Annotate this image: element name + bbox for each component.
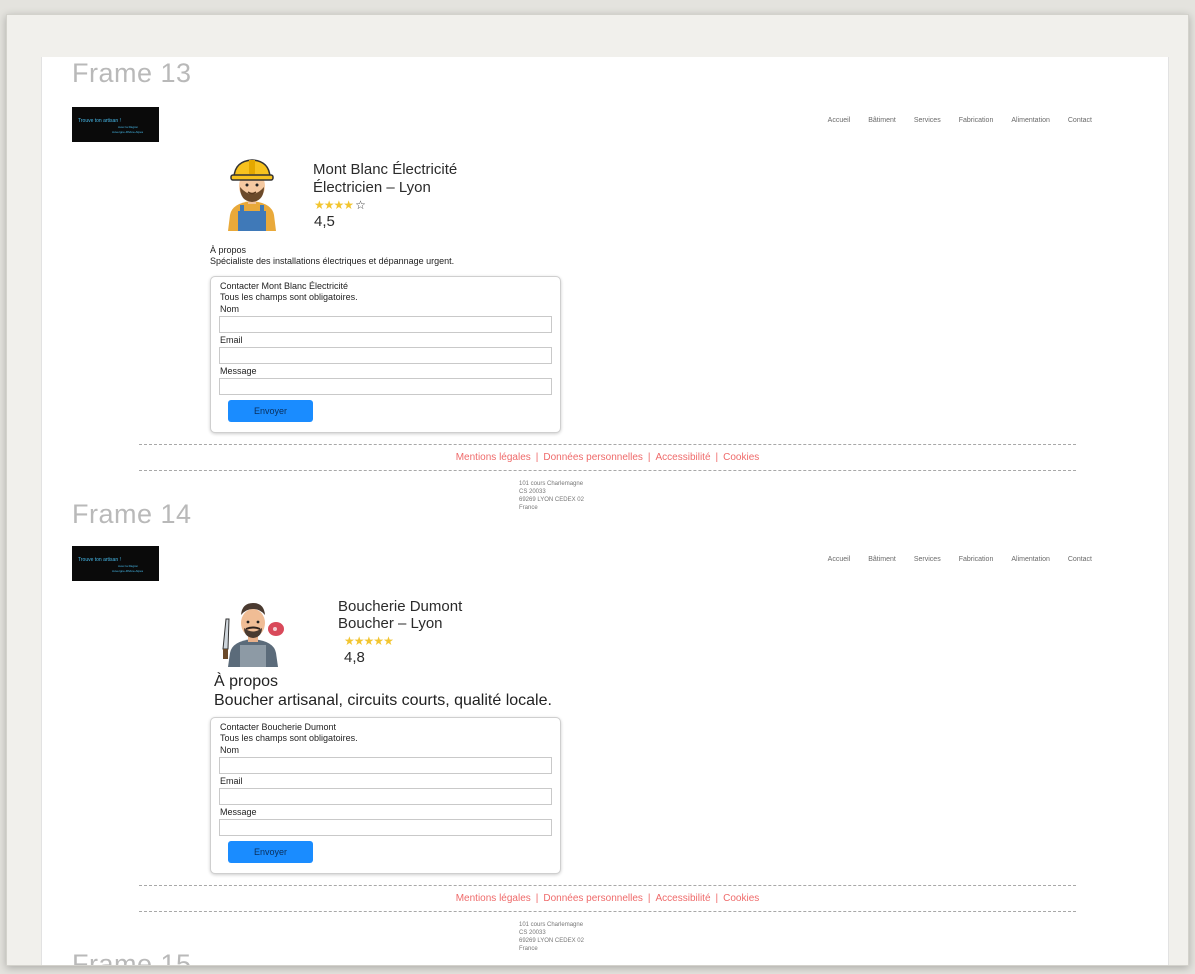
message-label: Message: [220, 807, 257, 817]
about-text: Boucher artisanal, circuits courts, qual…: [214, 692, 552, 709]
star-icon: ★: [314, 198, 325, 212]
nav-item-contact[interactable]: Contact: [1068, 117, 1092, 124]
frame-title[interactable]: Frame 14: [72, 499, 192, 530]
footer-divider: [139, 911, 1076, 912]
main-nav: Accueil Bâtiment Services Fabrication Al…: [828, 556, 1092, 563]
about-text: Spécialiste des installations électrique…: [210, 256, 455, 266]
logo-line: Auvergne-Rhône-Alpes: [112, 569, 144, 573]
nav-item-alimentation[interactable]: Alimentation: [1011, 556, 1050, 563]
footer-link-cookies[interactable]: Cookies: [723, 452, 759, 463]
footer-divider: [139, 470, 1076, 471]
email-label: Email: [220, 335, 243, 345]
footer-link-donnees[interactable]: Données personnelles: [543, 452, 643, 463]
nav-item-contact[interactable]: Contact: [1068, 556, 1092, 563]
address-line: 101 cours Charlemagne: [519, 481, 584, 487]
design-board: Frame 13 Trouve ton artisan ! Avec la Ré…: [6, 14, 1189, 966]
artisan-specialty: Électricien – Lyon: [313, 179, 431, 196]
nav-item-fabrication[interactable]: Fabrication: [959, 556, 994, 563]
footer-link-cookies[interactable]: Cookies: [723, 893, 759, 904]
form-title: Contacter Mont Blanc Électricité: [220, 281, 349, 291]
email-field[interactable]: [219, 788, 552, 805]
nav-item-services[interactable]: Services: [914, 117, 941, 124]
send-button[interactable]: Envoyer: [228, 400, 313, 422]
nav-item-fabrication[interactable]: Fabrication: [959, 117, 994, 124]
form-note: Tous les champs sont obligatoires.: [220, 292, 358, 302]
address-line: CS 20033: [519, 930, 546, 936]
footer-link-accessibilite[interactable]: Accessibilité: [656, 893, 711, 904]
send-button[interactable]: Envoyer: [228, 841, 313, 863]
nav-item-alimentation[interactable]: Alimentation: [1011, 117, 1050, 124]
frame-title[interactable]: Frame 13: [72, 58, 192, 89]
form-title: Contacter Boucherie Dumont: [220, 722, 337, 732]
contact-form: Contacter Boucherie Dumont Tous les cham…: [210, 717, 561, 874]
email-label: Email: [220, 776, 243, 786]
name-field[interactable]: [219, 757, 552, 774]
footer-divider: [139, 444, 1076, 445]
address-line: France: [519, 946, 538, 952]
star-icon: ★: [344, 634, 355, 648]
rating-stars: ★★★★ ☆: [314, 198, 366, 212]
name-label: Nom: [220, 304, 240, 314]
logo-line: Trouve ton artisan !: [78, 557, 121, 563]
nav-item-batiment[interactable]: Bâtiment: [868, 556, 896, 563]
star-icon: ★: [383, 634, 394, 648]
footer-address: 101 cours Charlemagne CS 20033 69269 LYO…: [519, 921, 584, 953]
contact-form: Contacter Mont Blanc Électricité Tous le…: [210, 276, 561, 433]
star-icon: ★: [343, 198, 354, 212]
nav-item-accueil[interactable]: Accueil: [828, 117, 851, 124]
address-line: France: [519, 505, 538, 511]
star-icon: ★: [353, 634, 365, 648]
rating-value: 4,8: [344, 649, 365, 666]
footer-link-mentions[interactable]: Mentions légales: [456, 452, 531, 463]
footer-link-donnees[interactable]: Données personnelles: [543, 893, 643, 904]
footer-links: Mentions légales | Données personnelles | Ac…: [455, 452, 760, 463]
logo-line: Auvergne-Rhône-Alpes: [112, 130, 144, 134]
message-label: Message: [220, 366, 257, 376]
logo-line: Avec la Région: [118, 564, 139, 568]
main-nav: Accueil Bâtiment Services Fabrication Al…: [828, 117, 1092, 124]
form-note: Tous les champs sont obligatoires.: [220, 733, 358, 743]
footer-address: 101 cours Charlemagne CS 20033 69269 LYO…: [519, 480, 584, 512]
message-field[interactable]: [219, 378, 552, 395]
logo-line: Trouve ton artisan !: [78, 118, 121, 124]
star-outline-icon: ☆: [355, 198, 366, 212]
nav-item-services[interactable]: Services: [914, 556, 941, 563]
name-field[interactable]: [219, 316, 552, 333]
artisan-name: Boucherie Dumont: [338, 598, 463, 615]
site-logo[interactable]: Trouve ton artisan ! Avec la Région Auve…: [72, 107, 159, 142]
star-icon: ★: [363, 634, 375, 648]
about-title: À propos: [214, 673, 279, 690]
footer-divider: [139, 885, 1076, 886]
logo-line: Avec la Région: [118, 125, 139, 129]
email-field[interactable]: [219, 347, 552, 364]
name-label: Nom: [220, 745, 240, 755]
message-field[interactable]: [219, 819, 552, 836]
footer-links: Mentions légales | Données personnelles | Ac…: [455, 893, 760, 904]
star-icon: ★: [323, 198, 335, 212]
artisan-name: Mont Blanc Électricité: [313, 161, 458, 178]
about-title: À propos: [210, 245, 247, 255]
butcher-avatar-icon: [222, 603, 284, 667]
footer-link-mentions[interactable]: Mentions légales: [456, 893, 531, 904]
address-line: CS 20033: [519, 489, 546, 495]
star-icon: ★: [333, 198, 345, 212]
footer-link-accessibilite[interactable]: Accessibilité: [656, 452, 711, 463]
star-icon: ★: [373, 634, 384, 648]
address-line: 101 cours Charlemagne: [519, 922, 584, 928]
address-line: 69269 LYON CEDEX 02: [519, 938, 584, 944]
nav-item-accueil[interactable]: Accueil: [828, 556, 851, 563]
frame-title[interactable]: Frame 15: [72, 949, 192, 965]
electrician-avatar-icon: [228, 159, 276, 231]
design-canvas[interactable]: Frame 13 Trouve ton artisan ! Avec la Ré…: [41, 57, 1169, 965]
rating-stars: ★★★★★: [344, 634, 394, 648]
address-line: 69269 LYON CEDEX 02: [519, 497, 584, 503]
artisan-specialty: Boucher – Lyon: [338, 615, 443, 632]
nav-item-batiment[interactable]: Bâtiment: [868, 117, 896, 124]
rating-value: 4,5: [314, 213, 335, 230]
site-logo[interactable]: Trouve ton artisan ! Avec la Région Auve…: [72, 546, 159, 581]
